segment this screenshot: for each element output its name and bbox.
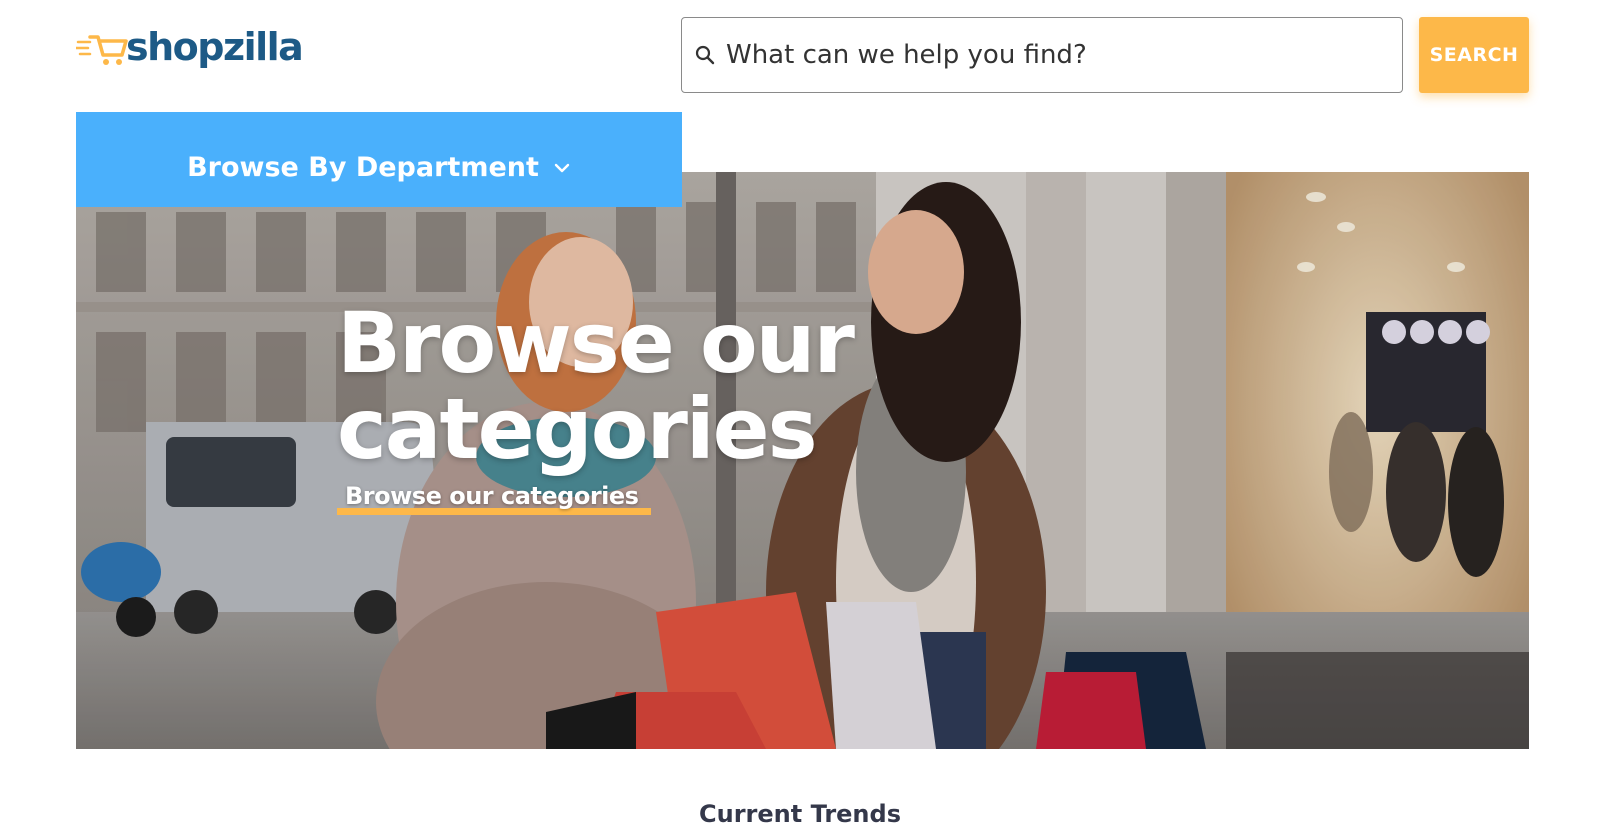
- chevron-down-icon: [554, 163, 570, 172]
- search-icon: [695, 45, 715, 65]
- browse-by-department-label: Browse By Department: [187, 152, 539, 183]
- browse-categories-link[interactable]: Browse our categories: [345, 482, 639, 510]
- search-box: [681, 17, 1403, 93]
- cart-icon: [76, 35, 128, 65]
- current-trends-title: Current Trends: [699, 800, 901, 828]
- browse-by-department-button[interactable]: Browse By Department: [76, 112, 682, 207]
- shopzilla-logo[interactable]: shopzilla: [76, 22, 304, 72]
- search-button[interactable]: SEARCH: [1419, 17, 1529, 93]
- hero-title: Browse our categories: [337, 294, 855, 478]
- logo-wordmark: shopzilla: [126, 25, 304, 69]
- search-input[interactable]: [726, 25, 1402, 85]
